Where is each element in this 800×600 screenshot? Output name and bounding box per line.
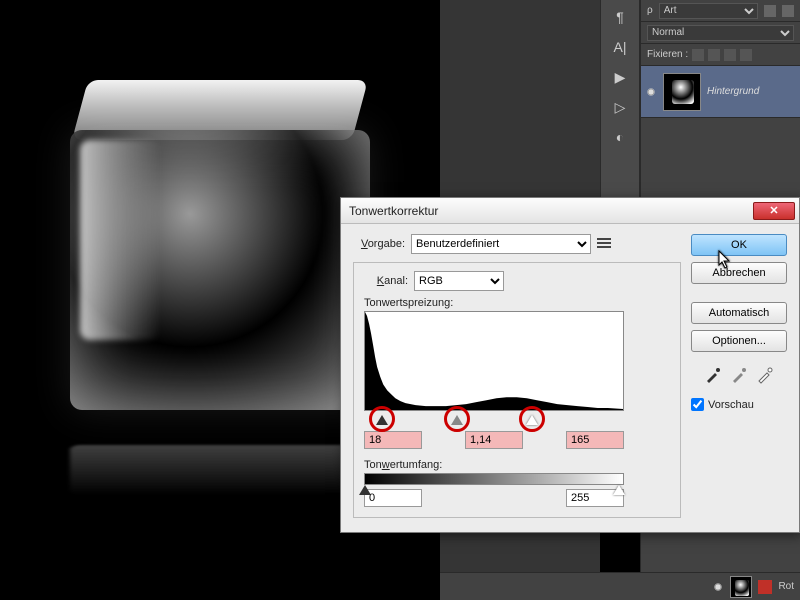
output-black-input[interactable] [364, 489, 422, 507]
sort-select[interactable]: Art [659, 3, 758, 19]
sort-row: ρ Art [641, 0, 800, 22]
layer-thumbnail[interactable] [663, 73, 701, 111]
channel-label: Kanal: [364, 275, 408, 287]
eyedropper-white-icon[interactable] [756, 366, 774, 384]
shadow-slider[interactable] [376, 415, 388, 425]
play-icon[interactable]: ▶ [611, 68, 629, 86]
options-button[interactable]: Optionen... [691, 330, 787, 352]
shadows-input[interactable] [364, 431, 422, 449]
cancel-button[interactable]: Abbrechen [691, 262, 787, 284]
output-black-slider[interactable] [359, 485, 371, 495]
channel-select[interactable]: RGB [414, 271, 504, 291]
sort-glyph: ρ [647, 5, 653, 16]
auto-button[interactable]: Automatisch [691, 302, 787, 324]
palette-icon[interactable]: ◐ [611, 128, 629, 146]
panel-icon-2[interactable] [782, 5, 794, 17]
lock-position-icon[interactable] [724, 49, 736, 61]
preview-label: Vorschau [708, 399, 754, 411]
character-panel-icon[interactable]: A| [611, 38, 629, 56]
levels-dialog: Tonwertkorrektur ✕ Vorgabe: Benutzerdefi… [340, 197, 800, 533]
highlight-slider[interactable] [526, 415, 538, 425]
eyedropper-gray-icon[interactable] [730, 366, 748, 384]
dialog-titlebar[interactable]: Tonwertkorrektur ✕ [341, 198, 799, 224]
eyedropper-black-icon[interactable] [704, 366, 722, 384]
ice-cube-image [50, 80, 390, 440]
midtone-slider[interactable] [451, 415, 463, 425]
layer-row-background[interactable]: Hintergrund [641, 66, 800, 118]
color-swatch-red[interactable] [758, 580, 772, 594]
visibility-eye-icon[interactable] [712, 581, 724, 593]
visibility-eye-icon[interactable] [645, 86, 657, 98]
output-white-slider[interactable] [613, 485, 625, 495]
histogram[interactable] [364, 311, 624, 411]
lock-pixels-icon[interactable] [708, 49, 720, 61]
channel-thumbnail[interactable] [730, 576, 752, 598]
vertical-toolbar: ¶ A| ▶ ▷ ◐ [600, 0, 640, 200]
range-label: Tonwertumfang: [364, 459, 670, 471]
preset-label: Vorgabe: [353, 238, 405, 250]
play-outline-icon[interactable]: ▷ [611, 98, 629, 116]
bottom-strip: Rot [440, 572, 800, 600]
lock-transparency-icon[interactable] [692, 49, 704, 61]
blend-row: Normal [641, 22, 800, 44]
highlights-input[interactable] [566, 431, 624, 449]
spread-label: Tonwertspreizung: [364, 297, 670, 309]
blend-mode-select[interactable]: Normal [647, 25, 794, 41]
preset-menu-icon[interactable] [597, 238, 611, 250]
paragraph-panel-icon[interactable]: ¶ [611, 8, 629, 26]
channel-label: Rot [778, 581, 794, 592]
preset-select[interactable]: Benutzerdefiniert [411, 234, 591, 254]
preview-checkbox[interactable] [691, 398, 704, 411]
layer-name: Hintergrund [707, 86, 759, 97]
lock-row: Fixieren : [641, 44, 800, 66]
output-slider-track[interactable] [364, 473, 624, 485]
close-button[interactable]: ✕ [753, 202, 795, 220]
dialog-title: Tonwertkorrektur [349, 204, 753, 218]
levels-group: Kanal: RGB Tonwertspreizung: [353, 262, 681, 518]
close-icon: ✕ [769, 204, 778, 217]
ok-button[interactable]: OK [691, 234, 787, 256]
midtones-input[interactable] [465, 431, 523, 449]
input-slider-track[interactable] [364, 415, 624, 429]
lock-all-icon[interactable] [740, 49, 752, 61]
panel-icon-1[interactable] [764, 5, 776, 17]
lock-label: Fixieren : [647, 49, 688, 60]
